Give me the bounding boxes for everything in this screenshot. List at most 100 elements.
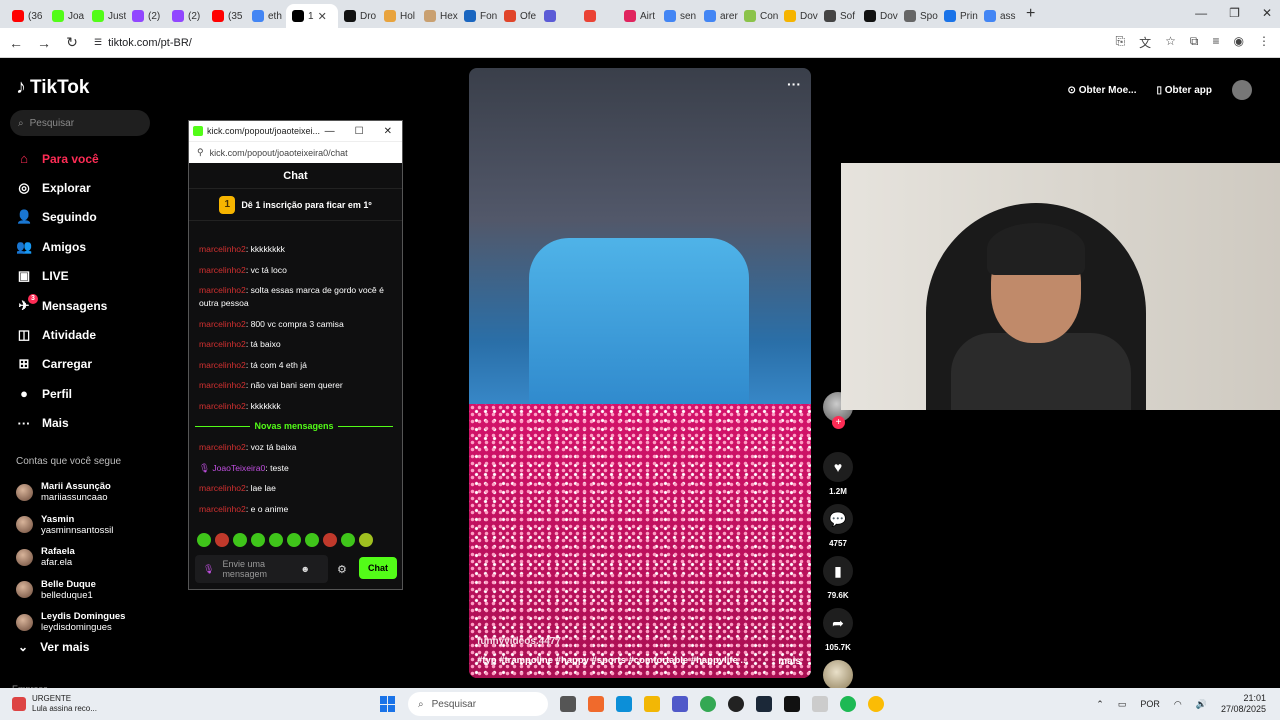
wifi-icon[interactable]: ◠	[1174, 699, 1182, 710]
browser-tab[interactable]: (2)	[126, 4, 166, 28]
see-more-button[interactable]: ⌄ Ver mais	[18, 640, 89, 654]
new-messages-divider[interactable]: Novas mensagens	[195, 420, 394, 433]
steam-icon[interactable]	[756, 696, 772, 712]
emote-icon[interactable]	[269, 533, 283, 547]
more-options-icon[interactable]: ···	[787, 76, 801, 92]
music-disc-icon[interactable]	[823, 660, 853, 690]
tiktok-logo[interactable]: ♪ TikTok	[16, 76, 89, 99]
teams-icon[interactable]	[672, 696, 688, 712]
chat-username[interactable]: marcelinho2	[199, 442, 246, 452]
following-item[interactable]: Marii Assunção mariiassuncaao	[16, 476, 125, 509]
sidebar-item-atividade[interactable]: ◫ Atividade	[16, 320, 107, 349]
browser-tab[interactable]: sen	[658, 4, 698, 28]
browser-tab[interactable]: Prin	[938, 4, 978, 28]
following-item[interactable]: Leydis Domingues leydisdomingues	[16, 606, 125, 639]
sidebar-item-para-voc-[interactable]: ⌂ Para você	[16, 144, 107, 173]
extensions-icon[interactable]: ⧉	[1190, 34, 1199, 51]
close-icon[interactable]: ✕	[384, 126, 392, 137]
browser-tab[interactable]: (2)	[166, 4, 206, 28]
profile-icon[interactable]: ◉	[1234, 34, 1244, 51]
news-widget[interactable]: URGENTE Lula assina reco...	[12, 694, 97, 714]
sub-banner[interactable]: 1 Dê 1 inscrição para ficar em 1º	[189, 189, 402, 221]
following-item[interactable]: Rafaela afar.ela	[16, 541, 125, 574]
bookmark-star-icon[interactable]: ☆	[1165, 34, 1176, 51]
get-app-button[interactable]: ▯ Obter app	[1156, 85, 1212, 96]
bookmark-icon[interactable]: ▮	[823, 556, 853, 586]
volume-icon[interactable]: 🔊	[1196, 699, 1207, 710]
site-info-icon[interactable]: ☰	[94, 37, 102, 48]
chat-username[interactable]: marcelinho2	[199, 265, 246, 275]
emote-icon[interactable]	[197, 533, 211, 547]
share-action[interactable]: ➦ 105.7K	[823, 608, 853, 652]
obs-icon[interactable]	[728, 696, 744, 712]
search-input[interactable]: ⌕ Pesquisar	[10, 110, 150, 136]
browser-tab[interactable]: 1 ✕	[286, 4, 338, 28]
video-player[interactable]: ··· funnyvideos.4477 #fyp #trampoline #h…	[469, 68, 811, 678]
chat-username[interactable]: marcelinho2	[199, 285, 246, 295]
media-icon[interactable]: ≡	[1213, 34, 1220, 51]
start-icon[interactable]	[380, 696, 396, 712]
sidebar-item-mais[interactable]: ··· Mais	[16, 409, 107, 438]
install-icon[interactable]: ⎘	[1116, 34, 1126, 51]
maximize-icon[interactable]: ❐	[1229, 6, 1240, 20]
browser-tab[interactable]	[538, 4, 578, 28]
browser-tab[interactable]: Hol	[378, 4, 418, 28]
microphone-icon[interactable]: 🎙	[203, 564, 214, 574]
sidebar-item-seguindo[interactable]: 👤 Seguindo	[16, 203, 107, 232]
browser-tab[interactable]: arer	[698, 4, 738, 28]
sidebar-item-mensagens[interactable]: ✈ Mensagens 3	[16, 291, 107, 320]
browser-tab[interactable]: Con	[738, 4, 778, 28]
get-coins-button[interactable]: ⊙ Obter Moe...	[1068, 85, 1137, 96]
browser-tab[interactable]: Dov	[858, 4, 898, 28]
site-info-icon[interactable]: ⚲	[197, 147, 204, 158]
following-item[interactable]: Yasmin yasminnsantossil	[16, 509, 125, 542]
video-hashtags[interactable]: #fyp #trampoline #happy #sports #comfort…	[477, 655, 748, 666]
app-icon[interactable]	[812, 696, 828, 712]
emote-icon[interactable]	[287, 533, 301, 547]
chat-username[interactable]: marcelinho2	[199, 244, 246, 254]
browser-tab[interactable]: Dov	[778, 4, 818, 28]
explorer-icon[interactable]	[644, 696, 660, 712]
language-indicator[interactable]: POR	[1140, 699, 1160, 709]
browser-tab[interactable]: ass	[978, 4, 1018, 28]
menu-icon[interactable]: ⋮	[1258, 34, 1270, 51]
taskbar-search[interactable]: ⌕ Pesquisar	[408, 692, 548, 716]
browser-tab[interactable]: (36	[6, 4, 46, 28]
chat-username[interactable]: JoaoTeixeira0	[212, 463, 265, 473]
task-view-icon[interactable]	[560, 696, 576, 712]
browser-tab[interactable]: Airt	[618, 4, 658, 28]
chat-username[interactable]: marcelinho2	[199, 483, 246, 493]
browser-tab[interactable]: Joa	[46, 4, 86, 28]
share-icon[interactable]: ➦	[823, 608, 853, 638]
send-chat-button[interactable]: Chat	[359, 557, 397, 579]
minimize-icon[interactable]: —	[325, 126, 335, 137]
chevron-up-icon[interactable]: ⌃	[1096, 699, 1104, 710]
copilot-icon[interactable]	[588, 696, 604, 712]
reload-icon[interactable]: ↻	[60, 34, 84, 51]
browser-tab[interactable]: Sof	[818, 4, 858, 28]
chat-username[interactable]: marcelinho2	[199, 401, 246, 411]
network-icon[interactable]: ▭	[1118, 699, 1127, 710]
emote-icon[interactable]	[341, 533, 355, 547]
chat-username[interactable]: marcelinho2	[199, 360, 246, 370]
comment-icon[interactable]: 💬	[823, 504, 853, 534]
browser-tab[interactable]: Ofe	[498, 4, 538, 28]
browser-tab[interactable]: Hex	[418, 4, 458, 28]
back-icon[interactable]: ←	[4, 35, 28, 51]
sidebar-item-explorar[interactable]: ◎ Explorar	[16, 173, 107, 202]
emote-icon[interactable]	[251, 533, 265, 547]
emote-icon[interactable]	[323, 533, 337, 547]
browser-tab[interactable]: Fon	[458, 4, 498, 28]
follow-plus-icon[interactable]: +	[832, 416, 845, 429]
emoji-icon[interactable]: ☻	[300, 564, 309, 574]
tab-close-icon[interactable]: ✕	[318, 10, 327, 23]
browser-tab[interactable]	[578, 4, 618, 28]
browser-tab[interactable]: Just	[86, 4, 126, 28]
edge-icon[interactable]	[616, 696, 632, 712]
forward-icon[interactable]: →	[32, 35, 56, 51]
sidebar-item-perfil[interactable]: ● Perfil	[16, 379, 107, 408]
emote-icon[interactable]	[359, 533, 373, 547]
chat-input[interactable]: 🎙 Envie uma mensagem ☻	[195, 555, 328, 583]
spotify-icon[interactable]	[840, 696, 856, 712]
chat-username[interactable]: marcelinho2	[199, 319, 246, 329]
